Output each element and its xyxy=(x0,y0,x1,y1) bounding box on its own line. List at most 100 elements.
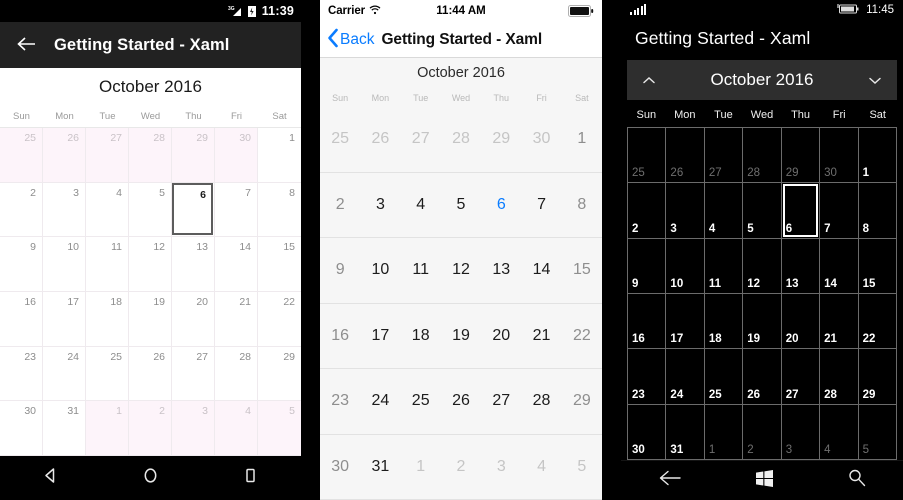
calendar-day-cell[interactable]: 1 xyxy=(86,401,129,456)
calendar-day-cell[interactable]: 19 xyxy=(440,304,482,369)
calendar-day-cell[interactable]: 27 xyxy=(481,369,522,435)
calendar-day-cell[interactable]: 1 xyxy=(400,435,441,500)
calendar-day-cell[interactable]: 27 xyxy=(704,128,744,184)
calendar-day-cell[interactable]: 31 xyxy=(666,404,705,460)
calendar-day-cell[interactable]: 26 xyxy=(440,369,482,435)
calendar-day-cell[interactable]: 18 xyxy=(86,292,129,347)
calendar-day-cell[interactable]: 29 xyxy=(858,349,897,405)
calendar-day-cell-selected[interactable]: 6 xyxy=(781,183,821,239)
calendar-day-cell[interactable]: 10 xyxy=(360,238,401,304)
calendar-day-cell[interactable]: 1 xyxy=(858,128,897,184)
calendar-day-cell[interactable]: 11 xyxy=(704,238,744,294)
calendar-day-cell[interactable]: 28 xyxy=(820,349,859,405)
calendar-day-cell[interactable]: 22 xyxy=(858,293,897,350)
calendar-day-cell[interactable]: 22 xyxy=(258,292,301,347)
calendar-day-cell[interactable]: 26 xyxy=(129,346,172,402)
calendar-day-cell-selected[interactable]: 6 xyxy=(481,173,522,238)
calendar-day-cell[interactable]: 29 xyxy=(781,128,821,184)
calendar-day-cell[interactable]: 31 xyxy=(43,401,86,456)
calendar-day-cell[interactable]: 18 xyxy=(400,304,441,369)
calendar-day-cell[interactable]: 13 xyxy=(172,237,215,292)
calendar-day-cell[interactable]: 8 xyxy=(258,183,301,238)
calendar-day-cell[interactable]: 7 xyxy=(215,182,258,238)
calendar-day-cell[interactable]: 14 xyxy=(521,238,562,304)
calendar-day-cell[interactable]: 19 xyxy=(129,292,172,347)
wp-month-header[interactable]: October 2016 xyxy=(627,60,897,100)
calendar-day-cell[interactable]: 12 xyxy=(129,237,172,292)
calendar-day-cell[interactable]: 19 xyxy=(743,293,782,350)
calendar-day-cell[interactable]: 29 xyxy=(258,347,301,402)
calendar-day-cell[interactable]: 2 xyxy=(0,182,43,238)
triangle-back-icon[interactable] xyxy=(42,467,59,489)
calendar-day-cell[interactable]: 21 xyxy=(820,293,859,350)
calendar-day-cell[interactable]: 7 xyxy=(820,183,859,239)
calendar-day-cell[interactable]: 5 xyxy=(858,404,897,460)
calendar-day-cell[interactable]: 18 xyxy=(704,293,744,350)
calendar-day-cell[interactable]: 2 xyxy=(129,401,172,456)
calendar-day-cell[interactable]: 15 xyxy=(858,238,897,294)
calendar-day-cell[interactable]: 12 xyxy=(743,238,782,294)
calendar-day-cell[interactable]: 25 xyxy=(0,128,43,183)
calendar-day-cell[interactable]: 13 xyxy=(781,238,821,294)
calendar-day-cell[interactable]: 16 xyxy=(320,304,361,369)
calendar-day-cell[interactable]: 4 xyxy=(820,404,859,460)
calendar-day-cell[interactable]: 3 xyxy=(666,183,705,239)
calendar-day-cell-selected[interactable]: 6 xyxy=(172,182,215,238)
calendar-day-cell[interactable]: 21 xyxy=(521,304,562,369)
calendar-day-cell[interactable]: 1 xyxy=(561,107,602,173)
circle-home-icon[interactable] xyxy=(142,467,159,489)
calendar-day-cell[interactable]: 27 xyxy=(172,346,215,402)
calendar-day-cell[interactable]: 3 xyxy=(360,173,401,238)
calendar-day-cell[interactable]: 16 xyxy=(0,292,43,347)
arrow-left-icon[interactable] xyxy=(16,35,36,56)
calendar-day-cell[interactable]: 9 xyxy=(628,238,667,294)
calendar-day-cell[interactable]: 9 xyxy=(320,238,361,304)
calendar-day-cell[interactable]: 28 xyxy=(129,128,172,183)
calendar-day-cell[interactable]: 4 xyxy=(86,182,129,238)
calendar-day-cell[interactable]: 30 xyxy=(521,107,562,173)
calendar-day-cell[interactable]: 26 xyxy=(743,349,782,405)
calendar-day-cell[interactable]: 26 xyxy=(43,128,86,183)
calendar-day-cell[interactable]: 3 xyxy=(172,401,215,456)
calendar-day-cell[interactable]: 24 xyxy=(360,369,401,435)
calendar-day-cell[interactable]: 2 xyxy=(628,183,667,239)
calendar-day-cell[interactable]: 28 xyxy=(215,346,258,402)
calendar-day-cell[interactable]: 4 xyxy=(704,183,744,239)
calendar-day-cell[interactable]: 22 xyxy=(561,304,602,369)
calendar-day-cell[interactable]: 11 xyxy=(86,237,129,292)
calendar-day-cell[interactable]: 2 xyxy=(440,435,482,500)
calendar-day-cell[interactable]: 30 xyxy=(320,435,361,500)
calendar-day-cell[interactable]: 4 xyxy=(400,173,441,238)
calendar-day-cell[interactable]: 25 xyxy=(704,349,744,405)
calendar-day-cell[interactable]: 1 xyxy=(258,128,301,183)
calendar-day-cell[interactable]: 25 xyxy=(86,346,129,402)
calendar-day-cell[interactable]: 21 xyxy=(215,292,258,347)
calendar-day-cell[interactable]: 23 xyxy=(0,346,43,402)
calendar-day-cell[interactable]: 27 xyxy=(781,349,821,405)
calendar-day-cell[interactable]: 5 xyxy=(743,183,782,239)
chevron-down-icon[interactable] xyxy=(867,73,883,88)
calendar-day-cell[interactable]: 31 xyxy=(360,435,401,500)
calendar-day-cell[interactable]: 13 xyxy=(481,238,522,304)
calendar-day-cell[interactable]: 9 xyxy=(0,237,43,292)
calendar-day-cell[interactable]: 12 xyxy=(440,238,482,304)
calendar-day-cell[interactable]: 25 xyxy=(628,128,667,184)
calendar-day-cell[interactable]: 3 xyxy=(43,182,86,238)
calendar-day-cell[interactable]: 28 xyxy=(440,107,482,173)
calendar-day-cell[interactable]: 29 xyxy=(561,369,602,435)
calendar-day-cell[interactable]: 2 xyxy=(320,173,361,238)
calendar-day-cell[interactable]: 29 xyxy=(172,128,215,183)
calendar-day-cell[interactable]: 25 xyxy=(320,107,361,173)
calendar-day-cell[interactable]: 7 xyxy=(521,173,562,238)
calendar-day-cell[interactable]: 3 xyxy=(481,435,522,500)
calendar-day-cell[interactable]: 15 xyxy=(561,238,602,304)
calendar-day-cell[interactable]: 24 xyxy=(666,349,705,405)
calendar-day-cell[interactable]: 30 xyxy=(820,128,859,184)
calendar-day-cell[interactable]: 17 xyxy=(360,304,401,369)
calendar-day-cell[interactable]: 10 xyxy=(43,237,86,292)
ios-back-button[interactable]: Back xyxy=(327,28,374,52)
calendar-day-cell[interactable]: 20 xyxy=(481,304,522,369)
calendar-day-cell[interactable]: 4 xyxy=(521,435,562,500)
calendar-day-cell[interactable]: 30 xyxy=(215,128,258,183)
calendar-day-cell[interactable]: 15 xyxy=(258,237,301,292)
